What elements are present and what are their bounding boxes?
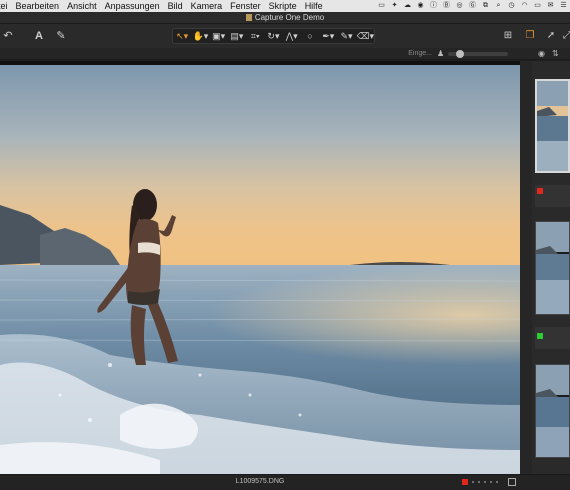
wifi-icon[interactable]: ◠	[520, 2, 529, 10]
filmstrip-panel	[532, 61, 570, 474]
document-icon	[245, 14, 252, 21]
spot-tool-icon[interactable]: ○	[302, 30, 318, 42]
viewer-header: Einge... ♟ ◉ ⇅	[0, 48, 570, 60]
thumbnail-selected[interactable]	[535, 79, 570, 173]
copy-icon[interactable]: ⧉	[481, 2, 490, 10]
dropbox-icon[interactable]: ✦	[390, 2, 399, 10]
layout-icon[interactable]: ⊞	[500, 28, 516, 44]
red-color-tag[interactable]	[537, 188, 543, 194]
rating-dot[interactable]	[484, 481, 486, 483]
window-titlebar: Capture One Demo	[0, 12, 570, 24]
clock-icon[interactable]: ◷	[507, 2, 516, 10]
main-toolbar: ↶ A ✎ ↖▾ ✋▾ ▣▾ ▤▾ ⌗▾ ↻▾ ⋀▾ ○ ✒▾ ✎▾ ⌫▾ ⊞ …	[0, 24, 570, 48]
mail-icon[interactable]: ✉	[546, 2, 555, 10]
b-icon[interactable]: Ⓑ	[442, 2, 451, 10]
search-icon[interactable]: ⌕	[494, 2, 503, 10]
menu-edit[interactable]: Bearbeiten	[12, 0, 64, 12]
app-menus: tei Bearbeiten Ansicht Anpassungen Bild …	[0, 0, 327, 12]
image-viewer[interactable]	[0, 61, 520, 474]
undo-icon[interactable]: ↶	[2, 28, 14, 44]
menu-image[interactable]: Bild	[164, 0, 187, 12]
thumbnail-image	[536, 365, 569, 457]
info-icon[interactable]: ⓘ	[429, 2, 438, 10]
beach-photo	[0, 65, 520, 474]
menu-view[interactable]: Ansicht	[63, 0, 101, 12]
rotate-tool-icon[interactable]: ↻▾	[265, 30, 281, 42]
batch-icon[interactable]: ❐	[522, 28, 538, 44]
thumbnail-size-slider[interactable]	[448, 50, 508, 58]
green-color-tag[interactable]	[537, 333, 543, 339]
brush-tool-icon[interactable]: ✎▾	[339, 30, 355, 42]
capture-one-window: tei Bearbeiten Ansicht Anpassungen Bild …	[0, 0, 570, 490]
thumbnail-meta-2	[535, 327, 570, 349]
grid-icon[interactable]	[508, 478, 516, 486]
thumbnail-meta-1	[535, 185, 570, 207]
rating-controls[interactable]	[462, 479, 498, 485]
rating-dot[interactable]	[496, 481, 498, 483]
cloud-icon[interactable]: ☁	[403, 2, 412, 10]
crop-tool-icon[interactable]: ⌗▾	[247, 30, 263, 42]
browser-icon[interactable]: ◉	[416, 2, 425, 10]
thumbnail-2[interactable]	[535, 221, 570, 315]
image-filename: L1009575.DNG	[235, 478, 285, 485]
text-icon[interactable]: A	[32, 28, 46, 44]
eye-icon[interactable]: ◉	[538, 49, 545, 59]
thumbnail-image	[536, 222, 569, 314]
export-icon[interactable]: ➚	[544, 28, 558, 44]
rating-dot[interactable]	[472, 481, 474, 483]
list-icon[interactable]: ☰	[559, 2, 568, 10]
overflow-icon[interactable]: ⤢	[562, 28, 570, 44]
window-title: Capture One Demo	[254, 13, 325, 22]
collection-label: Einge...	[408, 50, 432, 57]
pan-tool-icon[interactable]: ✋▾	[192, 30, 209, 42]
red-color-tag[interactable]	[462, 479, 468, 485]
keystone-tool-icon[interactable]: ⋀▾	[284, 30, 300, 42]
menu-help[interactable]: Hilfe	[301, 0, 327, 12]
loupe-tool-icon[interactable]: ▣▾	[211, 30, 227, 42]
thumbnail-3[interactable]	[535, 364, 570, 458]
slider-knob[interactable]	[456, 50, 464, 58]
viewer-scrollbar[interactable]	[520, 61, 532, 474]
menu-file[interactable]: tei	[0, 0, 12, 12]
g-icon[interactable]: Ⓖ	[468, 2, 477, 10]
eraser-tool-icon[interactable]: ⌫▾	[357, 30, 374, 42]
menu-window[interactable]: Fenster	[226, 0, 265, 12]
menu-scripts[interactable]: Skripte	[265, 0, 301, 12]
rating-dot[interactable]	[478, 481, 480, 483]
select-tool-icon[interactable]: ↖▾	[174, 30, 190, 42]
viewer-footer: L1009575.DNG	[0, 474, 570, 490]
system-menubar: tei Bearbeiten Ansicht Anpassungen Bild …	[0, 0, 570, 12]
display-icon[interactable]: ▭	[377, 2, 386, 10]
compare-tool-icon[interactable]: ▤▾	[229, 30, 245, 42]
menu-camera[interactable]: Kamera	[187, 0, 227, 12]
cursor-tools: ↖▾ ✋▾ ▣▾ ▤▾ ⌗▾ ↻▾ ⋀▾ ○ ✒▾ ✎▾ ⌫▾	[172, 28, 375, 44]
filter-icon[interactable]: ⇅	[552, 49, 559, 59]
circle-icon[interactable]: ◎	[455, 2, 464, 10]
menu-adjustments[interactable]: Anpassungen	[101, 0, 164, 12]
status-bar-icons: ▭ ✦ ☁ ◉ ⓘ Ⓑ ◎ Ⓖ ⧉ ⌕ ◷ ◠ ▭ ✉ ☰	[377, 0, 570, 12]
thumbnail-image	[537, 81, 568, 171]
airplay-icon[interactable]: ▭	[533, 2, 542, 10]
brush-icon[interactable]: ✎	[54, 28, 68, 44]
user-icon[interactable]: ♟	[437, 49, 444, 59]
picker-tool-icon[interactable]: ✒▾	[320, 30, 336, 42]
rating-dot[interactable]	[490, 481, 492, 483]
